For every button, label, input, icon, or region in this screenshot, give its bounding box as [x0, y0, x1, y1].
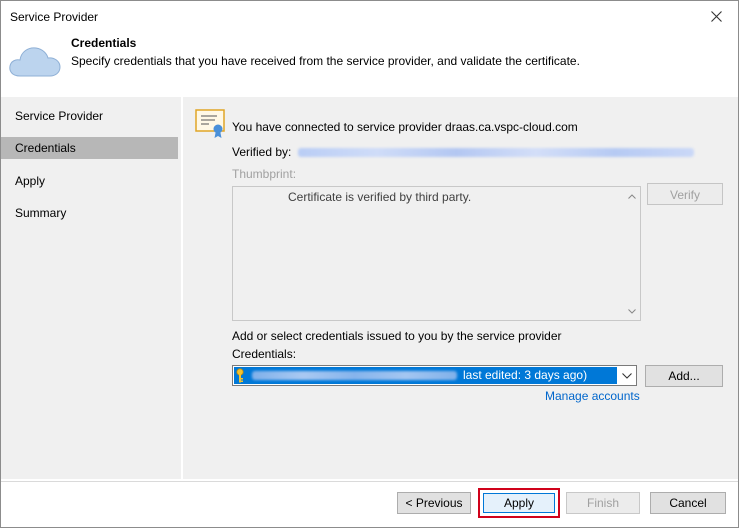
- previous-button[interactable]: < Previous: [397, 492, 471, 514]
- credentials-label: Credentials:: [232, 347, 297, 361]
- sidebar-item-credentials[interactable]: Credentials: [1, 137, 178, 159]
- chevron-up-icon: [628, 193, 636, 199]
- verified-by-label: Verified by:: [232, 145, 292, 159]
- credentials-dropdown[interactable]: last edited: 3 days ago): [232, 365, 637, 386]
- close-button[interactable]: [694, 1, 738, 31]
- apply-button[interactable]: Apply: [483, 493, 555, 513]
- thumbprint-text: Certificate is verified by third party.: [288, 190, 472, 204]
- scroll-down-button[interactable]: [626, 305, 638, 317]
- sidebar-item-service-provider[interactable]: Service Provider: [1, 105, 178, 127]
- verified-by-value-redacted: [298, 148, 694, 157]
- wizard-steps-sidebar: Service Provider Credentials Apply Summa…: [1, 97, 181, 479]
- page-subtitle: Specify credentials that you have receiv…: [71, 54, 580, 68]
- sidebar-item-summary[interactable]: Summary: [1, 202, 178, 224]
- manage-accounts-link[interactable]: Manage accounts: [545, 389, 640, 403]
- credentials-selected-item: last edited: 3 days ago): [234, 367, 617, 384]
- content-panel: You have connected to service provider d…: [183, 97, 738, 479]
- finish-button[interactable]: Finish: [566, 492, 640, 514]
- connection-status-text: You have connected to service provider d…: [232, 120, 578, 134]
- sidebar-item-apply[interactable]: Apply: [1, 170, 178, 192]
- chevron-down-icon: [628, 308, 636, 314]
- wizard-footer: < Previous Apply Finish Cancel: [1, 482, 738, 527]
- title-bar: Service Provider: [1, 1, 738, 31]
- close-icon: [710, 10, 722, 22]
- add-credentials-button[interactable]: Add...: [645, 365, 723, 387]
- thumbprint-label: Thumbprint:: [232, 167, 297, 181]
- certificate-icon: [195, 109, 225, 138]
- cancel-button[interactable]: Cancel: [650, 492, 726, 514]
- credential-edited-text: last edited: 3 days ago): [463, 368, 588, 382]
- wizard-window: Service Provider Credentials Specify cre…: [0, 0, 739, 528]
- key-icon: [236, 368, 244, 383]
- scroll-up-button[interactable]: [626, 190, 638, 202]
- credential-name-redacted: [252, 371, 457, 380]
- verify-button[interactable]: Verify: [647, 183, 723, 205]
- wizard-header: Credentials Specify credentials that you…: [1, 31, 738, 91]
- apply-highlight-box: Apply: [478, 488, 560, 518]
- cloud-icon: [9, 47, 61, 77]
- thumbprint-textbox[interactable]: Certificate is verified by third party.: [232, 186, 641, 321]
- page-title: Credentials: [71, 36, 137, 50]
- dropdown-arrow[interactable]: [620, 368, 634, 383]
- window-title: Service Provider: [10, 10, 99, 24]
- add-select-credentials-label: Add or select credentials issued to you …: [232, 329, 562, 343]
- chevron-down-icon: [622, 372, 632, 379]
